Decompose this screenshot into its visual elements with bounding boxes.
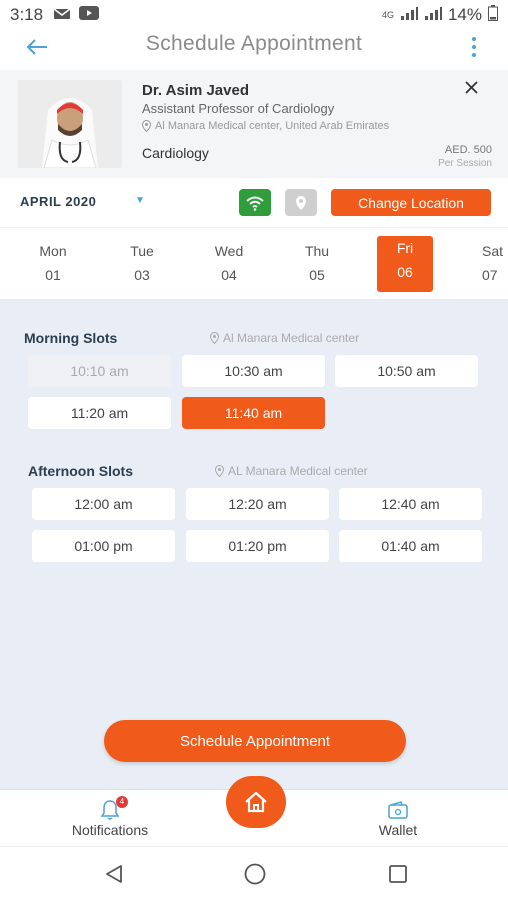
day-date: 04 [221, 267, 237, 283]
youtube-icon [79, 5, 100, 25]
day-name: Sat [482, 243, 504, 259]
system-home-button[interactable] [241, 861, 269, 887]
day-tue[interactable]: Tue 03 [115, 239, 169, 293]
slot-1010am[interactable]: 10:10 am [28, 355, 171, 387]
day-date: 01 [45, 267, 61, 283]
in-person-button[interactable] [285, 189, 317, 216]
day-sat[interactable]: Sat 07 [466, 239, 508, 293]
dot [472, 53, 476, 57]
signal-icon-2 [424, 5, 442, 25]
system-navigation-bar [0, 846, 508, 900]
close-icon [465, 81, 478, 94]
doctor-fee: AED. 500 [444, 144, 492, 156]
day-name: Thu [304, 243, 330, 259]
system-back-button[interactable] [100, 861, 128, 887]
online-consult-button[interactable] [239, 189, 271, 216]
nav-wallet-label: Wallet [378, 822, 418, 838]
message-icon [53, 5, 71, 25]
day-date: 03 [134, 267, 150, 283]
slot-0140[interactable]: 01:40 am [339, 530, 482, 562]
doctor-name: Dr. Asim Javed [142, 82, 249, 99]
square-recents-icon [389, 865, 407, 883]
schedule-appointment-button[interactable]: Schedule Appointment [104, 720, 406, 762]
home-button[interactable] [226, 776, 286, 828]
afternoon-slots-title: Afternoon Slots [28, 463, 133, 479]
morning-slots-location: Al Manara Medical center [210, 331, 359, 345]
slot-1030am[interactable]: 10:30 am [182, 355, 325, 387]
day-wed[interactable]: Wed 04 [202, 239, 256, 293]
day-date: 06 [397, 264, 413, 280]
app-header: Schedule Appointment [0, 30, 508, 70]
day-date: 07 [482, 267, 498, 283]
signal-icon [400, 5, 418, 25]
day-fri-selected[interactable]: Fri 06 [377, 236, 433, 292]
slot-1200[interactable]: 12:00 am [32, 488, 175, 520]
location-pin-icon [142, 120, 151, 132]
dot [472, 37, 476, 41]
day-thu[interactable]: Thu 05 [290, 239, 344, 293]
status-bar: 3:18 4G 14% [0, 0, 508, 30]
triangle-back-icon [106, 865, 122, 883]
nav-notifications[interactable]: 4 Notifications [62, 796, 158, 838]
slot-0100pm[interactable]: 01:00 pm [32, 530, 175, 562]
location-pin-icon [210, 332, 219, 344]
nav-wallet[interactable]: Wallet [358, 798, 438, 838]
system-recents-button[interactable] [384, 861, 412, 887]
battery-percent: 14% [447, 5, 482, 24]
wifi-icon [246, 196, 264, 211]
wallet-icon [388, 801, 408, 819]
dot [472, 45, 476, 49]
circle-home-icon [244, 863, 266, 885]
day-name: Mon [39, 243, 67, 259]
notification-badge: 4 [116, 796, 128, 808]
more-menu-button[interactable] [464, 32, 484, 62]
slot-1120am[interactable]: 11:20 am [28, 397, 171, 429]
slot-1050am[interactable]: 10:50 am [335, 355, 478, 387]
slot-1240[interactable]: 12:40 am [339, 488, 482, 520]
location-pin-icon [215, 465, 224, 477]
doctor-title: Assistant Professor of Cardiology [142, 101, 335, 116]
day-name: Fri [396, 240, 414, 256]
nav-notifications-label: Notifications [71, 822, 149, 838]
close-button[interactable] [460, 76, 482, 98]
battery-icon [488, 4, 498, 26]
slot-0120pm[interactable]: 01:20 pm [186, 530, 329, 562]
chevron-down-icon[interactable]: ▼ [135, 195, 145, 206]
doctor-fee-unit: Per Session [438, 158, 492, 169]
page-title: Schedule Appointment [145, 32, 363, 55]
afternoon-location-text: AL Manara Medical center [228, 464, 368, 478]
doctor-specialty: Cardiology [142, 145, 209, 161]
morning-location-text: Al Manara Medical center [223, 331, 360, 345]
change-location-button[interactable]: Change Location [331, 189, 491, 216]
morning-slots-title: Morning Slots [24, 330, 118, 346]
month-label[interactable]: APRIL 2020 [20, 194, 96, 209]
date-strip: Mon 01 Tue 03 Wed 04 Thu 05 Fri 06 Sat 0… [0, 229, 508, 299]
doctor-photo [18, 80, 122, 168]
day-mon[interactable]: Mon 01 [26, 239, 80, 293]
afternoon-slots-location: AL Manara Medical center [215, 464, 368, 478]
location-pin-icon [296, 195, 306, 210]
slot-1140am-selected[interactable]: 11:40 am [182, 397, 325, 429]
day-name: Tue [130, 243, 154, 259]
day-name: Wed [214, 243, 244, 259]
doctor-location: Al Manara Medical center, United Arab Em… [142, 120, 389, 132]
home-icon [245, 791, 267, 813]
doctor-card: Dr. Asim Javed Assistant Professor of Ca… [0, 70, 508, 178]
slot-1220[interactable]: 12:20 am [186, 488, 329, 520]
day-date: 05 [309, 267, 325, 283]
network-type: 4G [381, 10, 394, 20]
doctor-location-text: Al Manara Medical center, United Arab Em… [155, 120, 390, 132]
status-time: 3:18 [10, 5, 44, 24]
